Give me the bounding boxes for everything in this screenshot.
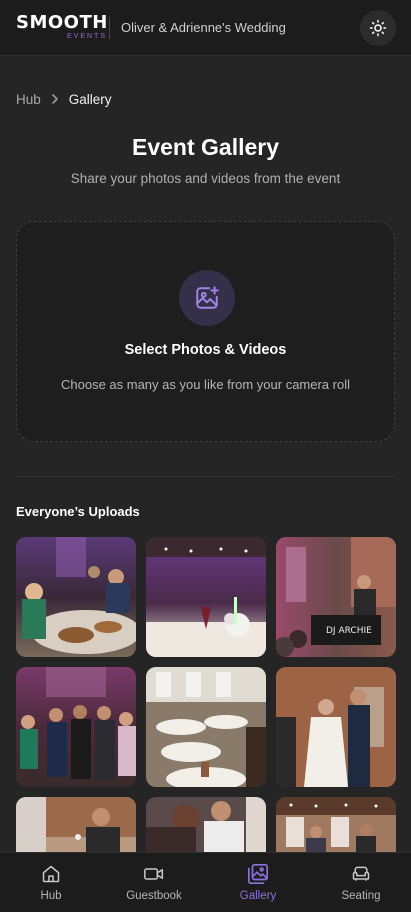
smooth-events-logo[interactable]: SMOOTH EVENTS (16, 13, 107, 41)
video-icon (143, 864, 165, 884)
upload-dropzone[interactable]: Select Photos & Videos Choose as many as… (16, 221, 395, 442)
gallery-photo[interactable] (146, 797, 266, 853)
nav-seating[interactable]: Seating (311, 853, 411, 912)
event-name: Oliver & Adrienne's Wedding (121, 20, 286, 35)
gallery-photo[interactable] (276, 797, 396, 853)
gallery-photo[interactable] (146, 667, 266, 787)
section-divider (16, 476, 395, 477)
gallery-photo[interactable] (146, 537, 266, 657)
nav-guestbook[interactable]: Guestbook (104, 853, 204, 912)
svg-text:DJ ARCHIE: DJ ARCHIE (326, 626, 372, 636)
upload-icon-circle (179, 270, 235, 326)
breadcrumb-hub-link[interactable]: Hub (16, 92, 41, 107)
gallery-photo[interactable] (276, 667, 396, 787)
logo-subtext: EVENTS (67, 33, 108, 40)
page-title: Event Gallery (131, 134, 280, 160)
app-header: SMOOTH EVENTS Oliver & Adrienne's Weddin… (0, 0, 411, 56)
logo-wordmark: SMOOTH (16, 12, 108, 33)
upload-description: Choose as many as you like from your cam… (60, 377, 350, 392)
gallery-icon (247, 864, 269, 884)
photo-grid: DJ ARCHIE (16, 537, 396, 853)
gallery-photo[interactable]: DJ ARCHIE (276, 537, 396, 657)
nav-label: Gallery (239, 890, 277, 902)
image-plus-icon (194, 285, 220, 311)
chevron-right-icon (51, 93, 59, 105)
upload-title: Select Photos & Videos (124, 342, 287, 358)
home-icon (41, 864, 61, 884)
nav-hub[interactable]: Hub (1, 853, 101, 912)
breadcrumb-current: Gallery (68, 91, 112, 107)
uploads-section-title: Everyone’s Uploads (16, 504, 140, 519)
page-subtitle: Share your photos and videos from the ev… (70, 171, 341, 186)
theme-toggle-button[interactable] (360, 10, 396, 46)
breadcrumb: Hub Gallery (16, 90, 112, 108)
nav-label: Seating (341, 890, 381, 902)
sofa-icon (351, 864, 371, 884)
nav-label: Hub (40, 890, 62, 902)
nav-gallery[interactable]: Gallery (208, 853, 308, 912)
gallery-photo[interactable] (16, 797, 136, 853)
sun-icon (369, 19, 387, 37)
header-divider (109, 17, 110, 39)
bottom-nav: Hub Guestbook Gallery Seating (0, 852, 411, 912)
nav-label: Guestbook (126, 890, 182, 902)
gallery-photo[interactable] (16, 537, 136, 657)
gallery-photo[interactable] (16, 667, 136, 787)
